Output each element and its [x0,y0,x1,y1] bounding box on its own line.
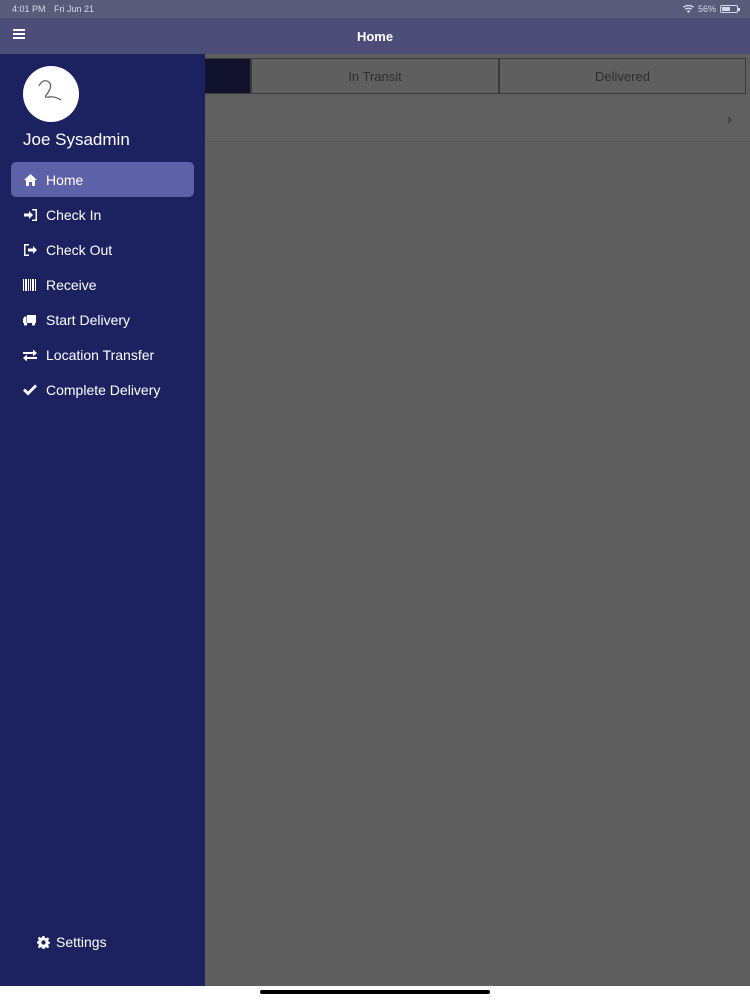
status-time: 4:01 PM [12,4,46,14]
sidebar-item-home[interactable]: Home [11,162,194,197]
avatar [23,66,79,122]
status-bar: 4:01 PM Fri Jun 21 56% [0,0,750,18]
battery-percent: 56% [697,4,716,14]
sidebar-item-check-out[interactable]: Check Out [11,232,194,267]
battery-level [722,7,730,11]
home-icon [22,172,38,188]
gear-icon [36,935,50,949]
sign-out-icon [22,242,38,258]
status-right: 56% [682,4,740,14]
settings-label: Settings [56,934,107,950]
page-title: Home [356,28,394,44]
sidebar-item-check-in[interactable]: Check In [11,197,194,232]
sidebar-item-label: Home [46,171,84,188]
drawer-menu: Home Check In Check Out Receive Start De… [11,162,194,407]
sidebar-item-label: Location Transfer [46,346,155,363]
sidebar-item-label: Check In [46,206,102,223]
chevron-right-icon: › [726,111,732,128]
battery-icon [720,5,740,13]
segment-delivered[interactable]: Delivered [499,58,746,94]
settings-button[interactable]: Settings [36,934,107,950]
sidebar-item-complete-delivery[interactable]: Complete Delivery [11,372,194,407]
sidebar-item-start-delivery[interactable]: Start Delivery [11,302,194,337]
sidebar-item-location-transfer[interactable]: Location Transfer [11,337,194,372]
sidebar-item-label: Start Delivery [46,311,131,328]
exchange-icon [22,347,38,363]
sidebar-item-label: Complete Delivery [46,381,161,398]
nav-bar: Home [0,18,750,54]
barcode-icon [22,277,38,293]
user-name: Joe Sysadmin [23,130,130,149]
bottom-bar [0,986,750,1000]
home-indicator[interactable] [260,990,490,994]
segment-in-transit[interactable]: In Transit [251,58,499,94]
status-left: 4:01 PM Fri Jun 21 [12,4,100,14]
truck-icon [22,312,38,328]
sign-in-icon [22,207,38,223]
hamburger-menu-icon[interactable] [13,29,25,39]
wifi-icon [682,5,694,13]
side-drawer: Joe Sysadmin Home Check In Check Out Rec… [0,54,205,986]
check-icon [22,382,38,398]
signature-avatar-icon [38,80,62,101]
sidebar-item-receive[interactable]: Receive [11,267,194,302]
sidebar-item-label: Receive [46,276,97,293]
sidebar-item-label: Check Out [46,241,113,258]
status-date: Fri Jun 21 [54,4,95,14]
